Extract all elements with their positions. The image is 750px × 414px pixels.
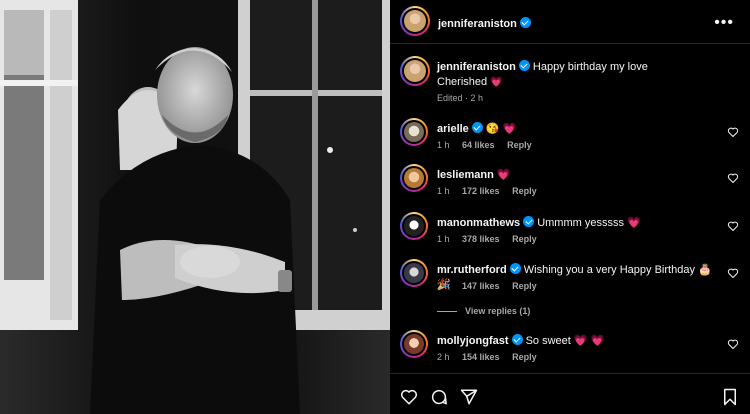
verified-badge-icon bbox=[511, 334, 523, 345]
caption-username[interactable]: jenniferaniston bbox=[437, 61, 516, 73]
verified-badge-icon bbox=[471, 122, 483, 133]
reply-button[interactable]: Reply bbox=[512, 281, 537, 291]
comment-likes[interactable]: 378 likes bbox=[462, 234, 500, 244]
post-detail-panel: jenniferaniston ••• jenniferaniston Happ… bbox=[390, 0, 750, 414]
view-replies-button[interactable]: View replies (1) bbox=[437, 306, 530, 316]
commenter-username[interactable]: arielle bbox=[437, 123, 469, 135]
reply-button[interactable]: Reply bbox=[512, 234, 537, 244]
post-action-bar bbox=[390, 373, 750, 414]
reply-button[interactable]: Reply bbox=[512, 352, 537, 362]
commenter-username[interactable]: manonmathews bbox=[437, 217, 520, 229]
commenter-avatar[interactable] bbox=[400, 330, 428, 358]
author-avatar[interactable] bbox=[400, 6, 430, 36]
comment-item: lesliemann 💗 1 h 172 likes Reply bbox=[390, 164, 750, 208]
verified-badge-icon bbox=[523, 216, 535, 227]
comment-text: 💗 bbox=[496, 169, 511, 181]
comment-text: So sweet 💗 💗 bbox=[525, 335, 605, 347]
view-replies-line bbox=[437, 311, 457, 313]
author-username[interactable]: jenniferaniston bbox=[438, 18, 517, 30]
verified-badge-icon bbox=[518, 60, 530, 71]
heart-icon[interactable] bbox=[727, 220, 739, 232]
verified-badge-icon bbox=[509, 263, 521, 274]
share-icon[interactable] bbox=[460, 388, 478, 406]
post-header: jenniferaniston ••• bbox=[390, 0, 750, 44]
caption-text-line2: Cherished bbox=[437, 76, 488, 88]
comment-time: 2 h bbox=[437, 281, 450, 291]
commenter-username[interactable]: mollyjongfast bbox=[437, 335, 509, 347]
comment-likes[interactable]: 64 likes bbox=[462, 140, 495, 150]
reply-button[interactable]: Reply bbox=[507, 140, 532, 150]
comment-item: arielle 😘 💗 1 h 64 likes Reply bbox=[390, 118, 750, 162]
commenter-avatar[interactable] bbox=[400, 259, 428, 287]
comment-likes[interactable]: 147 likes bbox=[462, 281, 500, 291]
comment-item: mollyjongfast So sweet 💗 💗 2 h 154 likes… bbox=[390, 330, 750, 374]
comment-likes[interactable]: 154 likes bbox=[462, 352, 500, 362]
heart-icon[interactable] bbox=[727, 338, 739, 350]
comment-likes[interactable]: 172 likes bbox=[462, 186, 500, 196]
caption-edited-label: Edited · 2 h bbox=[437, 93, 484, 103]
commenter-avatar[interactable] bbox=[400, 164, 428, 192]
comment-icon[interactable] bbox=[430, 388, 448, 406]
commenter-username[interactable]: lesliemann bbox=[437, 169, 494, 181]
bookmark-icon[interactable] bbox=[722, 388, 738, 406]
caption-author-avatar[interactable] bbox=[400, 56, 430, 86]
commenter-avatar[interactable] bbox=[400, 118, 428, 146]
reply-button[interactable]: Reply bbox=[512, 186, 537, 196]
post-image bbox=[0, 0, 390, 414]
verified-badge-icon bbox=[519, 17, 531, 28]
heart-icon[interactable] bbox=[400, 388, 418, 406]
caption-heart-emoji: 💗 bbox=[490, 77, 503, 88]
commenter-username[interactable]: mr.rutherford bbox=[437, 264, 507, 276]
view-replies-label[interactable]: View replies (1) bbox=[465, 306, 530, 316]
more-options-icon[interactable]: ••• bbox=[714, 14, 734, 32]
heart-icon[interactable] bbox=[727, 126, 739, 138]
comment-item: mr.rutherford Wishing you a very Happy B… bbox=[390, 259, 750, 303]
comment-time: 1 h bbox=[437, 186, 450, 196]
comment-item: manonmathews Ummmm yesssss 💗 1 h 378 lik… bbox=[390, 212, 750, 256]
caption-text: Happy birthday my love bbox=[532, 61, 648, 73]
heart-icon[interactable] bbox=[727, 267, 739, 279]
comment-time: 1 h bbox=[437, 234, 450, 244]
comment-text: 😘 💗 bbox=[485, 123, 517, 135]
heart-icon[interactable] bbox=[727, 172, 739, 184]
comment-time: 1 h bbox=[437, 140, 450, 150]
comment-time: 2 h bbox=[437, 352, 450, 362]
comment-text: Ummmm yesssss 💗 bbox=[537, 217, 641, 229]
post-photo bbox=[0, 0, 390, 414]
commenter-avatar[interactable] bbox=[400, 212, 428, 240]
